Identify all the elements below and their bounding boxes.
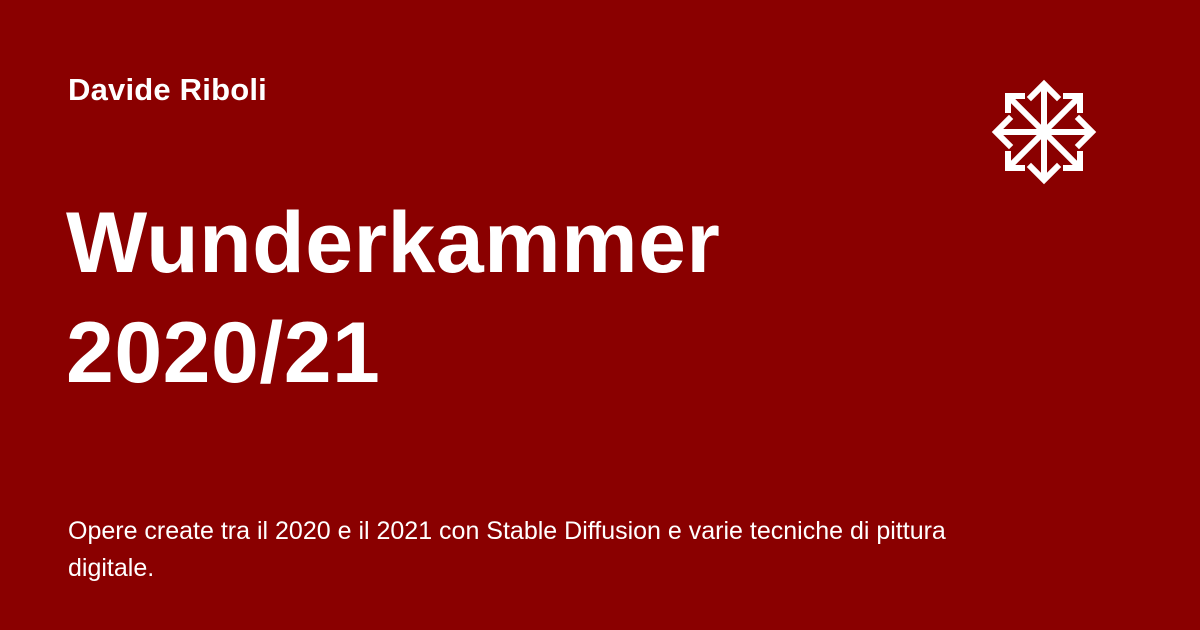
eight-arrow-star-icon	[978, 66, 1110, 198]
title-line-1: Wunderkammer	[66, 195, 721, 291]
author-name: Davide Riboli	[68, 72, 267, 107]
title-line-2: 2020/21	[66, 305, 381, 401]
page-title: Wunderkammer 2020/21	[66, 188, 720, 408]
page-description: Opere create tra il 2020 e il 2021 con S…	[68, 517, 946, 582]
page: { "author": "Davide Riboli", "title": { …	[0, 0, 1200, 630]
